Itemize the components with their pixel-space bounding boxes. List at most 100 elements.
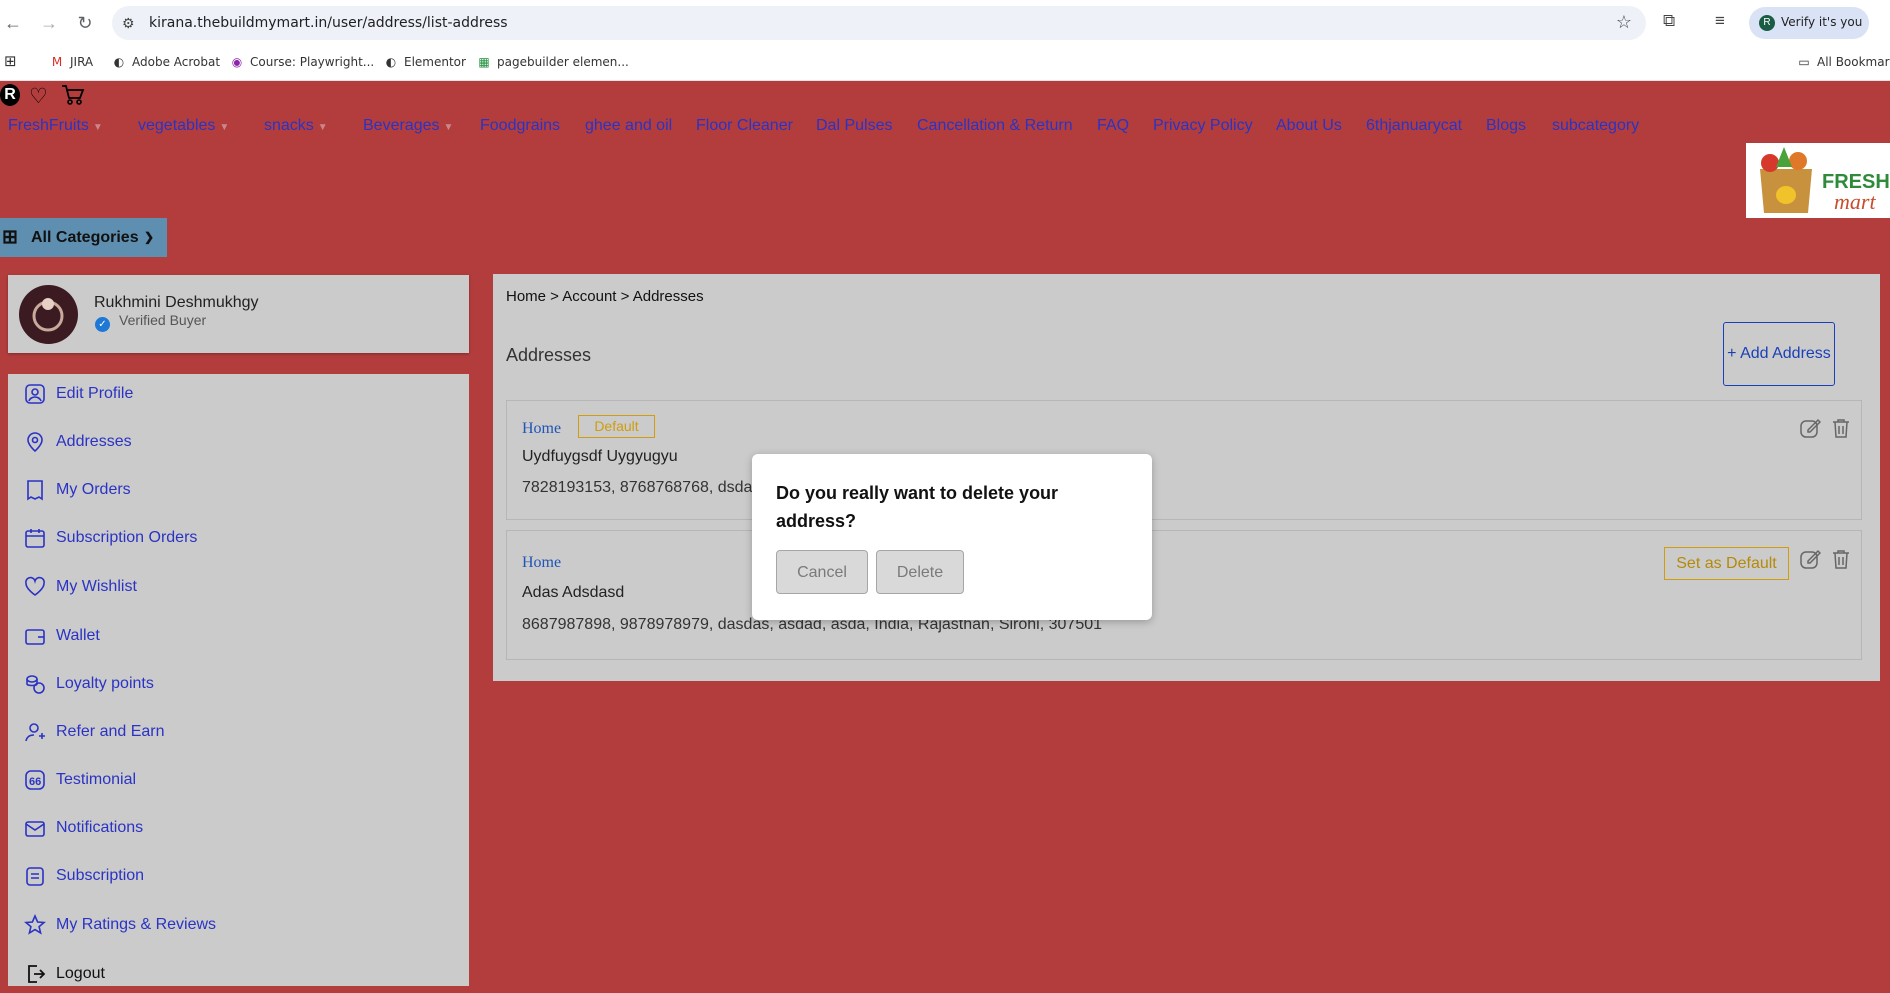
url-text[interactable]: kirana.thebuildmymart.in/user/address/li… (149, 15, 508, 31)
menu-freshfruits[interactable]: FreshFruits ▼ (8, 117, 103, 135)
addresses-panel: Home > Account > Addresses Addresses + A… (493, 274, 1880, 681)
heart-icon (25, 576, 45, 596)
bookmark-acrobat[interactable]: ◐ Adobe Acrobat (112, 55, 220, 69)
forward-icon[interactable]: → (37, 11, 61, 35)
address-name: Adas Adsdasd (522, 584, 625, 601)
sidebar-item-wallet[interactable]: Wallet (24, 625, 100, 655)
delete-confirm-dialog: Do you really want to delete your addres… (752, 454, 1152, 620)
star-icon (24, 914, 46, 935)
menu-beverages[interactable]: Beverages ▼ (363, 117, 453, 135)
address-bar[interactable]: ⚙ kirana.thebuildmymart.in/user/address/… (112, 6, 1646, 40)
breadcrumb[interactable]: Home > Account > Addresses (506, 288, 704, 305)
grid-icon: ⊞ (2, 227, 18, 248)
sidebar-item-testimonial[interactable]: 66 Testimonial (24, 769, 136, 799)
bookmark-playwright[interactable]: ◉ Course: Playwright... (230, 55, 374, 69)
address-card: Home Set as Default Adas Adsdasd 8687987… (506, 530, 1862, 660)
menu-faq[interactable]: FAQ (1097, 117, 1129, 135)
folder-icon: ▭ (1798, 55, 1810, 69)
verified-check-icon: ✓ (95, 317, 110, 332)
quote-icon: 66 (25, 770, 45, 790)
menu-subcategory[interactable]: subcategory (1552, 117, 1639, 135)
menu-6thjanuarycat[interactable]: 6thjanuarycat (1366, 117, 1462, 135)
sidebar-item-my-ratings-reviews[interactable]: My Ratings & Reviews (24, 914, 216, 944)
mail-icon (25, 821, 45, 837)
wishlist-heart-icon[interactable]: ♡ (29, 84, 48, 109)
set-as-default-button[interactable]: Set as Default (1664, 547, 1789, 580)
menu-floor-cleaner[interactable]: Floor Cleaner (696, 117, 793, 135)
address-detail: 7828193153, 8768768768, dsda (522, 479, 753, 496)
calendar-icon (25, 529, 45, 548)
menu-blogs[interactable]: Blogs (1486, 117, 1526, 135)
bookmark-elementor[interactable]: ◐ Elementor (384, 55, 466, 69)
logout-icon (28, 965, 46, 983)
user-icon (25, 384, 45, 404)
cart-icon[interactable] (61, 84, 85, 112)
avatar[interactable] (19, 285, 78, 344)
user-initial-avatar[interactable]: R (0, 84, 20, 106)
cancel-button[interactable]: Cancel (776, 550, 868, 594)
sidebar-item-refer-and-earn[interactable]: Refer and Earn (24, 721, 165, 751)
coins-icon (26, 675, 45, 694)
sidebar-item-subscription[interactable]: Subscription (24, 865, 144, 895)
reload-icon[interactable]: ↻ (73, 11, 97, 35)
verified-buyer-label: Verified Buyer (119, 312, 207, 328)
trash-icon[interactable] (1830, 417, 1852, 439)
menu-about-us[interactable]: About Us (1276, 117, 1342, 135)
account-sidebar: Edit Profile Addresses My Orders Subscri… (8, 374, 469, 986)
address-type: Home (522, 554, 562, 571)
menu-ghee-and-oil[interactable]: ghee and oil (585, 117, 672, 135)
menu-snacks[interactable]: snacks ▼ (264, 117, 328, 135)
course-icon: ◉ (231, 55, 243, 69)
add-address-button[interactable]: + Add Address (1723, 322, 1835, 386)
all-categories-button[interactable]: ⊞ All Categories ❯ (0, 218, 167, 257)
sidebar-item-subscription-orders[interactable]: Subscription Orders (24, 527, 197, 557)
verify-identity-button[interactable]: R Verify it's you (1749, 7, 1869, 39)
apps-grid-icon[interactable]: ⊞ (4, 52, 17, 70)
svg-text:66: 66 (29, 776, 41, 788)
globe-icon: ◐ (385, 55, 397, 69)
orders-icon (27, 480, 43, 501)
menu-dal-pulses[interactable]: Dal Pulses (816, 117, 892, 135)
gmail-icon: M (51, 55, 63, 69)
bookmark-pagebuilder[interactable]: ▦ pagebuilder elemen... (477, 55, 629, 69)
chevron-down-icon: ▼ (443, 122, 454, 133)
media-controls-icon[interactable]: ≡ (1715, 11, 1725, 31)
sidebar-item-my-wishlist[interactable]: My Wishlist (24, 576, 137, 606)
dialog-title: Do you really want to delete your addres… (776, 483, 1059, 531)
sidebar-item-edit-profile[interactable]: Edit Profile (24, 383, 133, 413)
trash-icon[interactable] (1830, 548, 1852, 570)
wallet-icon (25, 629, 45, 645)
browser-toolbar: ← → ↻ ⚙ kirana.thebuildmymart.in/user/ad… (0, 0, 1890, 46)
menu-privacy-policy[interactable]: Privacy Policy (1153, 117, 1253, 135)
all-bookmarks[interactable]: ▭All Bookmarks (1797, 55, 1890, 69)
site-settings-icon[interactable]: ⚙ (122, 15, 135, 32)
bookmark-star-icon[interactable]: ☆ (1616, 12, 1632, 33)
subscription-icon (26, 867, 44, 886)
chevron-down-icon: ▼ (219, 122, 230, 133)
edit-icon[interactable] (1799, 548, 1821, 570)
address-card: Home Default Uydfuygsdf Uygyugyu 7828193… (506, 400, 1862, 520)
bookmark-jira[interactable]: M JIRA (50, 55, 93, 69)
chevron-down-icon: ▼ (317, 122, 328, 133)
delete-button[interactable]: Delete (876, 550, 964, 594)
verify-label: Verify it's you (1781, 15, 1863, 29)
extensions-icon[interactable]: ⧉ (1663, 11, 1675, 31)
location-pin-icon (27, 432, 43, 453)
sidebar-item-loyalty-points[interactable]: Loyalty points (24, 673, 154, 703)
menu-foodgrains[interactable]: Foodgrains (480, 117, 560, 135)
sheets-icon: ▦ (478, 55, 490, 69)
menu-cancellation-return[interactable]: Cancellation & Return (917, 117, 1073, 135)
menu-vegetables[interactable]: vegetables ▼ (138, 117, 229, 135)
sidebar-item-logout[interactable]: Logout (24, 963, 105, 993)
back-icon[interactable]: ← (1, 11, 25, 35)
sidebar-item-addresses[interactable]: Addresses (24, 431, 132, 461)
edit-icon[interactable] (1799, 417, 1821, 439)
profile-avatar-icon: R (1759, 15, 1775, 31)
address-name: Uydfuygsdf Uygyugyu (522, 448, 678, 465)
fresh-mart-logo[interactable]: FRESH mart (1746, 143, 1890, 218)
sidebar-item-my-orders[interactable]: My Orders (24, 479, 131, 509)
default-badge: Default (578, 415, 655, 438)
profile-card: Rukhmini Deshmukhgy ✓ Verified Buyer (8, 275, 469, 353)
bookmarks-bar: ⊞ M JIRA ◐ Adobe Acrobat ◉ Course: Playwrig… (0, 46, 1890, 81)
sidebar-item-notifications[interactable]: Notifications (24, 817, 143, 847)
